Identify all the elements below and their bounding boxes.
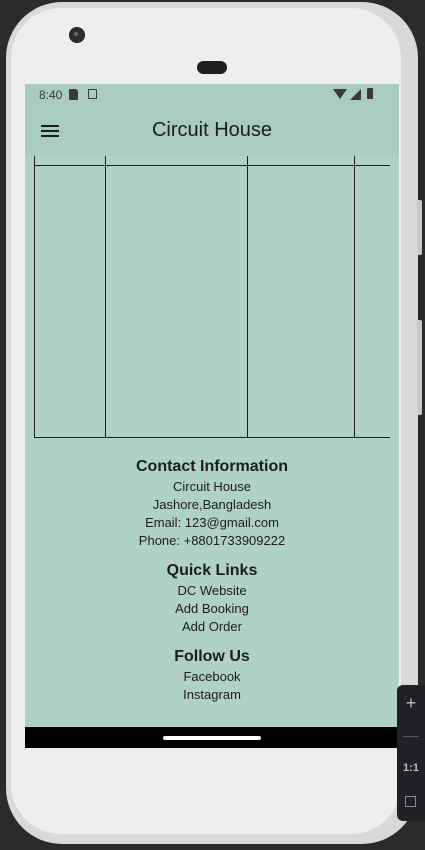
table-column-divider [354, 156, 355, 438]
screen: 8:40 Circuit House Contact Information C… [25, 84, 399, 748]
footer: Contact Information Circuit House Jashor… [25, 456, 399, 714]
data-table [25, 156, 399, 438]
emulator-toolbar: + 1:1 [397, 685, 425, 821]
toolbar-divider [403, 736, 419, 737]
add-booking-link[interactable]: Add Booking [25, 600, 399, 618]
follow-section: Follow Us Facebook Instagram [25, 646, 399, 704]
earpiece-speaker [197, 61, 227, 74]
front-camera [69, 27, 85, 43]
contact-heading: Contact Information [136, 458, 288, 475]
fit-screen-icon[interactable] [405, 796, 416, 807]
add-order-link[interactable]: Add Order [25, 618, 399, 636]
sd-card-icon [69, 89, 78, 100]
table-row-divider [34, 165, 390, 166]
table-column-divider [247, 156, 248, 438]
zoom-in-icon[interactable]: + [397, 688, 425, 718]
home-gesture-handle[interactable] [163, 736, 261, 740]
wifi-icon [333, 89, 347, 99]
quick-links-section: Quick Links DC Website Add Booking Add O… [25, 560, 399, 636]
device-canvas: 8:40 Circuit House Contact Information C… [0, 0, 425, 850]
app-title: Circuit House [151, 119, 273, 141]
facebook-link[interactable]: Facebook [25, 668, 399, 686]
quick-links-heading: Quick Links [166, 562, 258, 579]
battery-icon [367, 88, 373, 99]
contact-section: Contact Information Circuit House Jashor… [25, 456, 399, 550]
app-bar: Circuit House [25, 106, 399, 156]
status-time: 8:40 [39, 88, 63, 102]
clipboard-icon [88, 89, 97, 99]
navigation-bar [25, 727, 399, 748]
instagram-link[interactable]: Instagram [25, 686, 399, 704]
contact-phone: Phone: +8801733909222 [138, 533, 286, 548]
contact-email: Email: 123@gmail.com [145, 515, 279, 530]
contact-name: Circuit House [172, 479, 252, 494]
table-border-bottom [34, 437, 390, 438]
follow-heading: Follow Us [174, 648, 250, 665]
zoom-actual-size-button[interactable]: 1:1 [397, 753, 425, 783]
signal-icon [350, 89, 361, 100]
dc-website-link[interactable]: DC Website [25, 582, 399, 600]
table-column-divider [105, 156, 106, 438]
status-bar: 8:40 [25, 84, 399, 106]
table-border-left [34, 156, 35, 438]
power-button[interactable] [417, 320, 422, 415]
volume-button[interactable] [417, 200, 422, 255]
contact-address: Jashore,Bangladesh [152, 497, 272, 512]
